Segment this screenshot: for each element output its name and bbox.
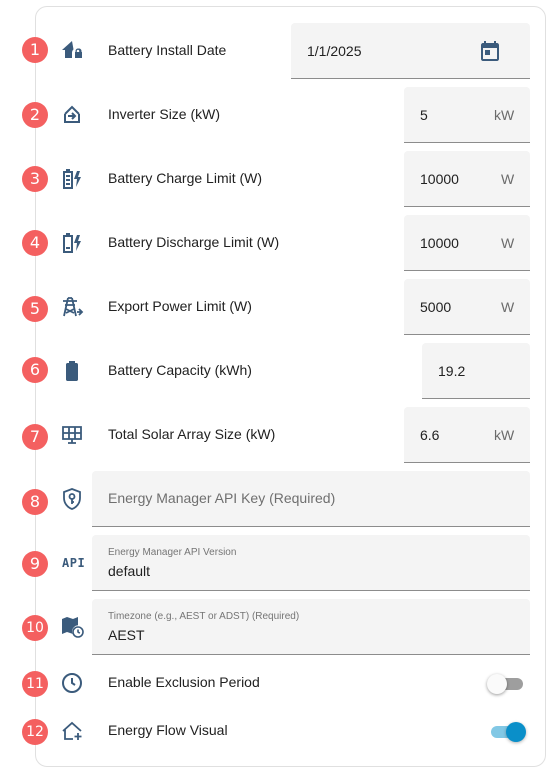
battery-discharge-icon [60,231,84,255]
export-power-limit-label: Export Power Limit (W) [108,298,252,314]
home-lock-icon [60,38,84,62]
export-power-limit-value: 5000 [420,299,452,315]
battery-discharge-limit-value: 10000 [420,235,459,251]
battery-charge-limit-value: 10000 [420,171,459,187]
battery-charging-icon [60,167,84,191]
battery-capacity-input[interactable]: 19.2 [422,343,530,399]
api-version-value: default [108,563,151,579]
enable-exclusion-period-label: Enable Exclusion Period [108,674,260,690]
step-badge: 2 [22,102,48,128]
timezone-input[interactable]: Timezone (e.g., AEST or ADST) (Required)… [92,599,530,655]
battery-icon [60,359,84,383]
total-solar-array-size-input[interactable]: 6.6 kW [404,407,530,463]
battery-install-date-label: Battery Install Date [108,42,227,58]
battery-discharge-limit-input[interactable]: 10000 W [404,215,530,271]
export-power-limit-input[interactable]: 5000 W [404,279,530,335]
transmission-tower-export-icon [60,295,84,319]
api-icon: API [62,556,86,570]
unit-suffix: W [501,299,515,315]
solar-panel-icon [60,423,84,447]
energy-flow-visual-toggle[interactable] [487,719,527,743]
step-badge: 11 [22,671,48,697]
energy-manager-api-key-input[interactable]: Energy Manager API Key (Required) [92,471,530,527]
step-badge: 4 [22,230,48,256]
calendar-icon[interactable] [478,39,502,63]
total-solar-array-size-label: Total Solar Array Size (kW) [108,426,276,442]
inverter-size-label: Inverter Size (kW) [108,106,221,122]
total-solar-array-size-value: 6.6 [420,427,440,443]
step-badge: 8 [22,489,48,515]
step-badge: 6 [22,357,48,383]
unit-suffix: kW [494,107,515,123]
battery-install-date-value: 1/1/2025 [307,43,362,59]
map-clock-icon [60,615,84,639]
energy-flow-visual-label: Energy Flow Visual [108,722,228,738]
api-key-placeholder: Energy Manager API Key (Required) [108,490,336,506]
timezone-field-label: Timezone (e.g., AEST or ADST) (Required) [108,611,300,622]
toggle-thumb [487,674,507,694]
step-badge: 9 [22,551,48,577]
battery-charge-limit-label: Battery Charge Limit (W) [108,170,263,186]
unit-suffix: W [501,171,515,187]
battery-capacity-label: Battery Capacity (kWh) [108,362,252,378]
battery-install-date-input[interactable]: 1/1/2025 [291,23,530,79]
step-badge: 12 [22,719,48,745]
battery-charge-limit-input[interactable]: 10000 W [404,151,530,207]
step-badge: 3 [22,166,48,192]
toggle-thumb [506,722,526,742]
step-badge: 1 [22,37,48,63]
battery-discharge-limit-label: Battery Discharge Limit (W) [108,234,280,250]
home-plus-icon [60,719,84,743]
clock-icon [60,671,84,695]
inverter-icon [60,103,84,127]
unit-suffix: kW [494,427,515,443]
api-version-field-label: Energy Manager API Version [108,547,237,558]
step-badge: 5 [22,296,48,322]
unit-suffix: W [501,235,515,251]
step-badge: 7 [22,424,48,450]
energy-manager-api-version-input[interactable]: Energy Manager API Version default [92,535,530,591]
step-badge: 10 [22,615,48,641]
enable-exclusion-period-toggle[interactable] [487,671,527,695]
inverter-size-value: 5 [420,107,428,123]
shield-key-icon [60,487,84,511]
battery-capacity-value: 19.2 [438,363,466,379]
inverter-size-input[interactable]: 5 kW [404,87,530,143]
timezone-value: AEST [108,627,145,643]
